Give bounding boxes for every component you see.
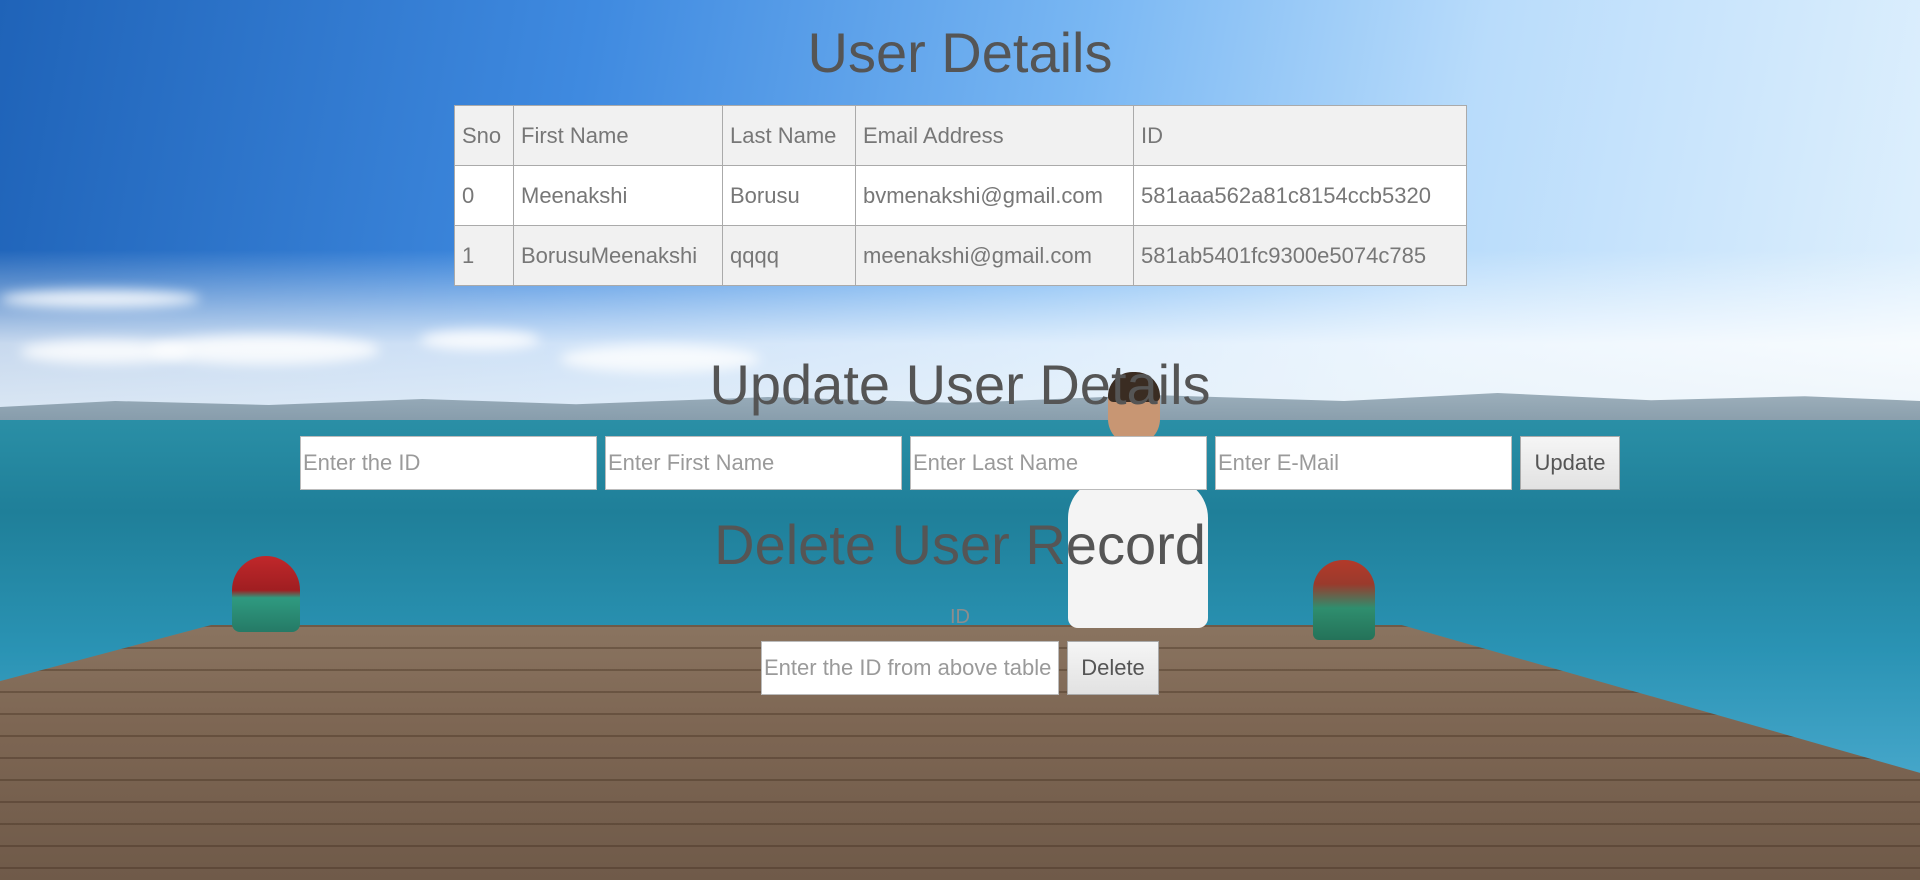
update-section-title: Update User Details [709, 353, 1211, 416]
cell-first-name: Meenakshi [513, 165, 723, 226]
update-button[interactable]: Update [1520, 436, 1620, 490]
cell-email: bvmenakshi@gmail.com [855, 165, 1134, 226]
table-row: 1 BorusuMeenakshi qqqq meenakshi@gmail.c… [454, 225, 1467, 286]
table-row: 0 Meenakshi Borusu bvmenakshi@gmail.com … [454, 165, 1467, 226]
column-header-first-name: First Name [513, 105, 723, 166]
update-first-name-input[interactable] [605, 436, 902, 490]
update-id-input[interactable] [300, 436, 597, 490]
page-title: User Details [807, 21, 1113, 84]
users-table: Sno First Name Last Name Email Address I… [454, 105, 1467, 286]
cell-id: 581aaa562a81c8154ccb5320 [1133, 165, 1467, 226]
delete-button[interactable]: Delete [1067, 641, 1159, 695]
column-header-email: Email Address [855, 105, 1134, 166]
cell-first-name: BorusuMeenakshi [513, 225, 723, 286]
cell-id: 581ab5401fc9300e5074c785 [1133, 225, 1467, 286]
cell-last-name: Borusu [722, 165, 856, 226]
cell-sno: 1 [454, 225, 514, 286]
cell-sno: 0 [454, 165, 514, 226]
table-header-row: Sno First Name Last Name Email Address I… [454, 105, 1467, 166]
update-form: Update [300, 436, 1620, 490]
update-email-input[interactable] [1215, 436, 1512, 490]
main-content: User Details Sno First Name Last Name Em… [0, 0, 1920, 880]
cell-last-name: qqqq [722, 225, 856, 286]
column-header-last-name: Last Name [722, 105, 856, 166]
column-header-sno: Sno [454, 105, 514, 166]
update-last-name-input[interactable] [910, 436, 1207, 490]
delete-id-label: ID [950, 606, 970, 628]
delete-form: Delete [761, 641, 1159, 695]
delete-section-title: Delete User Record [714, 513, 1206, 576]
column-header-id: ID [1133, 105, 1467, 166]
delete-id-input[interactable] [761, 641, 1059, 695]
cell-email: meenakshi@gmail.com [855, 225, 1134, 286]
